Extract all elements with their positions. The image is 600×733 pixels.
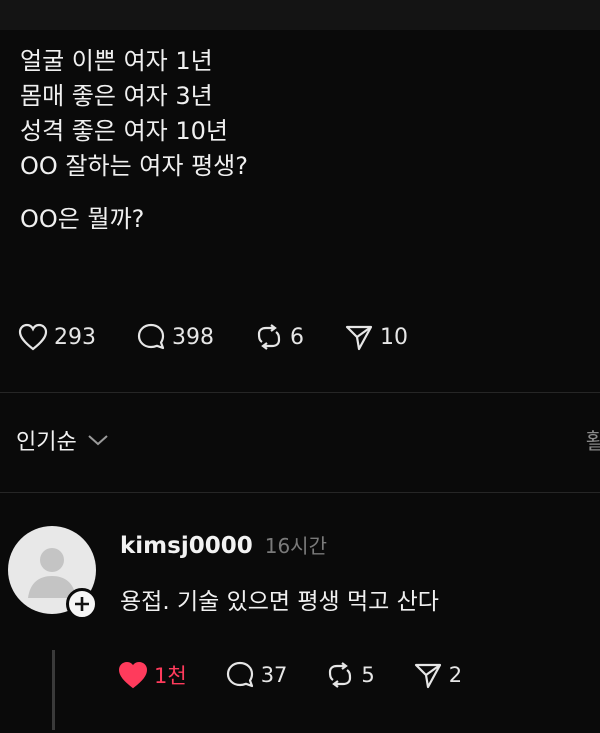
- comment-icon: [226, 661, 253, 688]
- username[interactable]: kimsj0000: [120, 533, 253, 559]
- timestamp: 16시간: [264, 534, 327, 558]
- comment-like-button[interactable]: 1천: [118, 660, 187, 690]
- activity-link-partial[interactable]: 활: [586, 424, 600, 456]
- comment-icon: [137, 323, 165, 350]
- like-count: 293: [54, 324, 96, 350]
- like-button[interactable]: 293: [18, 323, 96, 351]
- comment-text: 용접. 기술 있으면 평생 먹고 산다: [120, 589, 439, 615]
- post-line-2: 몸매 좋은 여자 3년: [20, 82, 213, 110]
- post-question: OO은 뭘까?: [20, 205, 145, 233]
- comment-share-count: 2: [448, 663, 463, 687]
- follow-button[interactable]: [66, 588, 98, 620]
- share-count: 10: [380, 324, 408, 350]
- repost-icon: [257, 324, 281, 350]
- repost-icon: [329, 662, 352, 688]
- heart-icon: [118, 661, 148, 689]
- post-actions: 293 398 6 10: [18, 322, 448, 352]
- post-body: 얼굴 이쁜 여자 1년 몸매 좋은 여자 3년 성격 좋은 여자 10년 OO …: [20, 44, 580, 237]
- repost-count: 6: [290, 324, 304, 350]
- comment-share-button[interactable]: 2: [413, 660, 462, 690]
- repost-button[interactable]: 6: [254, 322, 304, 352]
- comment-like-count: 1천: [154, 664, 187, 688]
- comment-repost-count: 5: [361, 663, 375, 687]
- comment-reply-count: 37: [260, 663, 288, 687]
- divider: [0, 492, 600, 493]
- comment-button[interactable]: 398: [136, 322, 214, 352]
- share-button[interactable]: 10: [344, 322, 408, 352]
- post-line-4: OO 잘하는 여자 평생?: [20, 152, 248, 180]
- comment-actions: 1천 37 5 2: [118, 660, 500, 690]
- follow-plus-icon: [75, 597, 89, 611]
- thread-line: [52, 650, 55, 730]
- sort-dropdown[interactable]: 인기순: [16, 424, 109, 456]
- heart-icon: [18, 323, 48, 351]
- post-line-1: 얼굴 이쁜 여자 1년: [20, 47, 213, 75]
- sort-label: 인기순: [16, 430, 77, 455]
- top-strip: [0, 0, 600, 30]
- post-line-3: 성격 좋은 여자 10년: [20, 117, 228, 145]
- comment-header: kimsj0000 16시간: [120, 530, 327, 559]
- chevron-down-icon: [88, 435, 108, 446]
- comment-reply-button[interactable]: 37: [225, 660, 288, 690]
- comment-repost-button[interactable]: 5: [325, 660, 375, 690]
- share-icon: [414, 663, 441, 689]
- divider: [0, 392, 600, 393]
- share-icon: [345, 325, 373, 351]
- comment-count: 398: [172, 324, 214, 350]
